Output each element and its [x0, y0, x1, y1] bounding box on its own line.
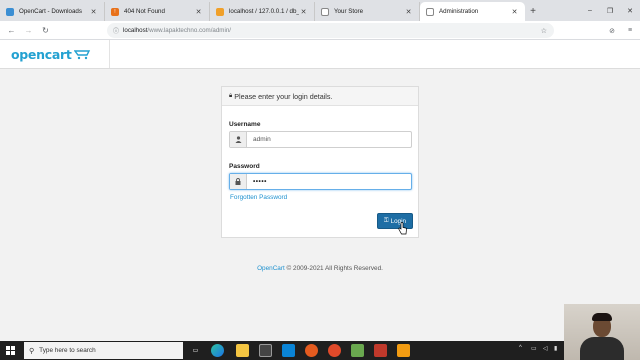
menu-icon[interactable]: ≡ — [622, 22, 638, 39]
extension-icon[interactable]: ⊘ — [604, 22, 620, 39]
tab-title: Administration — [439, 8, 479, 15]
tab-close-icon[interactable]: ✕ — [299, 8, 308, 16]
password-input[interactable]: ••••• — [247, 174, 411, 189]
webcam-person-hair — [592, 313, 612, 321]
browser-toolbar: ← → ↻ ⓘ localhost/www.lapaktechno.com/ad… — [0, 21, 640, 40]
tab-strip: OpenCart - Downloads ✕ ! 404 Not Found ✕… — [0, 0, 640, 21]
webcam-overlay — [564, 304, 640, 360]
battery-icon[interactable]: ▮ — [554, 345, 557, 352]
new-tab-button[interactable]: + — [525, 2, 541, 21]
globe-favicon-icon — [321, 7, 329, 16]
password-input-group: ••••• — [229, 173, 412, 190]
xampp-icon[interactable] — [397, 344, 410, 357]
maximize-button[interactable]: ❐ — [600, 0, 620, 21]
username-label: Username — [229, 121, 261, 128]
opencart-logo[interactable]: opencart — [11, 46, 92, 62]
globe-favicon-icon — [426, 7, 434, 16]
chrome-icon[interactable] — [328, 344, 341, 357]
forward-icon[interactable]: → — [20, 22, 37, 39]
browser-tab-3[interactable]: Your Store ✕ — [315, 2, 420, 21]
login-heading-text: Please enter your login details. — [234, 91, 333, 101]
browser-tab-1[interactable]: ! 404 Not Found ✕ — [105, 2, 210, 21]
hand-cursor-icon — [398, 222, 407, 235]
browser-tab-4[interactable]: Administration ✕ — [420, 2, 525, 21]
opencart-favicon-icon — [6, 7, 14, 16]
reload-icon[interactable]: ↻ — [37, 22, 54, 39]
copyright-text: © 2009-2021 All Rights Reserved. — [284, 265, 383, 272]
password-label: Password — [229, 163, 260, 170]
login-button[interactable]: ⚿ Login — [377, 213, 413, 229]
browser-tab-2[interactable]: localhost / 127.0.0.1 / db_lapakt ✕ — [210, 2, 315, 21]
search-icon: ⚲ — [29, 347, 35, 355]
opencart-footer-link[interactable]: OpenCart — [257, 265, 285, 272]
sublime-icon[interactable] — [351, 344, 364, 357]
key-icon: ⚿ — [384, 217, 389, 224]
tab-title: OpenCart - Downloads — [19, 8, 82, 15]
mail-icon[interactable] — [282, 344, 295, 357]
back-icon[interactable]: ← — [3, 22, 20, 39]
edge-icon[interactable] — [211, 344, 224, 357]
username-input[interactable]: admin — [247, 132, 411, 147]
user-icon — [230, 132, 247, 147]
network-icon[interactable]: ▭ — [531, 345, 537, 352]
task-view-icon[interactable]: ▭ — [189, 344, 202, 357]
url-path: /www.lapaktechno.com/admin/ — [147, 27, 231, 34]
tray-chevron-icon[interactable]: ^ — [519, 345, 522, 351]
lock-icon — [230, 174, 247, 189]
webcam-person-body — [580, 337, 624, 360]
filezilla-icon[interactable] — [374, 344, 387, 357]
minimize-button[interactable]: – — [580, 0, 600, 21]
firefox-icon[interactable] — [305, 344, 318, 357]
tab-close-icon[interactable]: ✕ — [89, 8, 98, 16]
volume-icon[interactable]: ◁ — [543, 345, 548, 352]
tab-title: localhost / 127.0.0.1 / db_lapakt — [229, 8, 299, 15]
taskbar: ⚲ Type here to search ▭ ^ ▭ ◁ ▮ — [0, 341, 640, 360]
address-bar[interactable]: ⓘ localhost/www.lapaktechno.com/admin/ ☆ — [107, 23, 554, 38]
logo-text: opencart — [11, 46, 72, 62]
page-header: opencart — [0, 40, 640, 69]
login-panel-heading: 🔒︎ Please enter your login details. — [222, 87, 418, 106]
windows-start-icon[interactable] — [0, 341, 20, 360]
warning-favicon-icon: ! — [111, 7, 119, 16]
tab-title: Your Store — [334, 8, 364, 15]
tab-close-icon[interactable]: ✕ — [194, 8, 203, 16]
header-divider — [109, 40, 110, 68]
page-footer: OpenCart © 2009-2021 All Rights Reserved… — [0, 265, 640, 272]
taskbar-search-box[interactable]: ⚲ Type here to search — [24, 342, 183, 359]
lock-icon: 🔒︎ — [229, 92, 233, 99]
tab-close-icon[interactable]: ✕ — [510, 8, 519, 16]
phpmyadmin-favicon-icon — [216, 7, 224, 16]
close-window-button[interactable]: ✕ — [620, 0, 640, 21]
tab-title: 404 Not Found — [124, 8, 165, 15]
store-icon[interactable] — [259, 344, 272, 357]
login-panel: 🔒︎ Please enter your login details. User… — [221, 86, 419, 238]
file-explorer-icon[interactable] — [236, 344, 249, 357]
forgotten-password-link[interactable]: Forgotten Password — [230, 194, 287, 201]
cart-icon — [73, 50, 90, 60]
site-info-icon[interactable]: ⓘ — [113, 26, 123, 35]
url-host: localhost — [123, 27, 148, 34]
taskbar-search-placeholder: Type here to search — [39, 347, 96, 354]
username-input-group: admin — [229, 131, 412, 148]
bookmark-star-icon[interactable]: ☆ — [541, 27, 547, 35]
browser-tab-0[interactable]: OpenCart - Downloads ✕ — [0, 2, 105, 21]
tab-close-icon[interactable]: ✕ — [404, 8, 413, 16]
